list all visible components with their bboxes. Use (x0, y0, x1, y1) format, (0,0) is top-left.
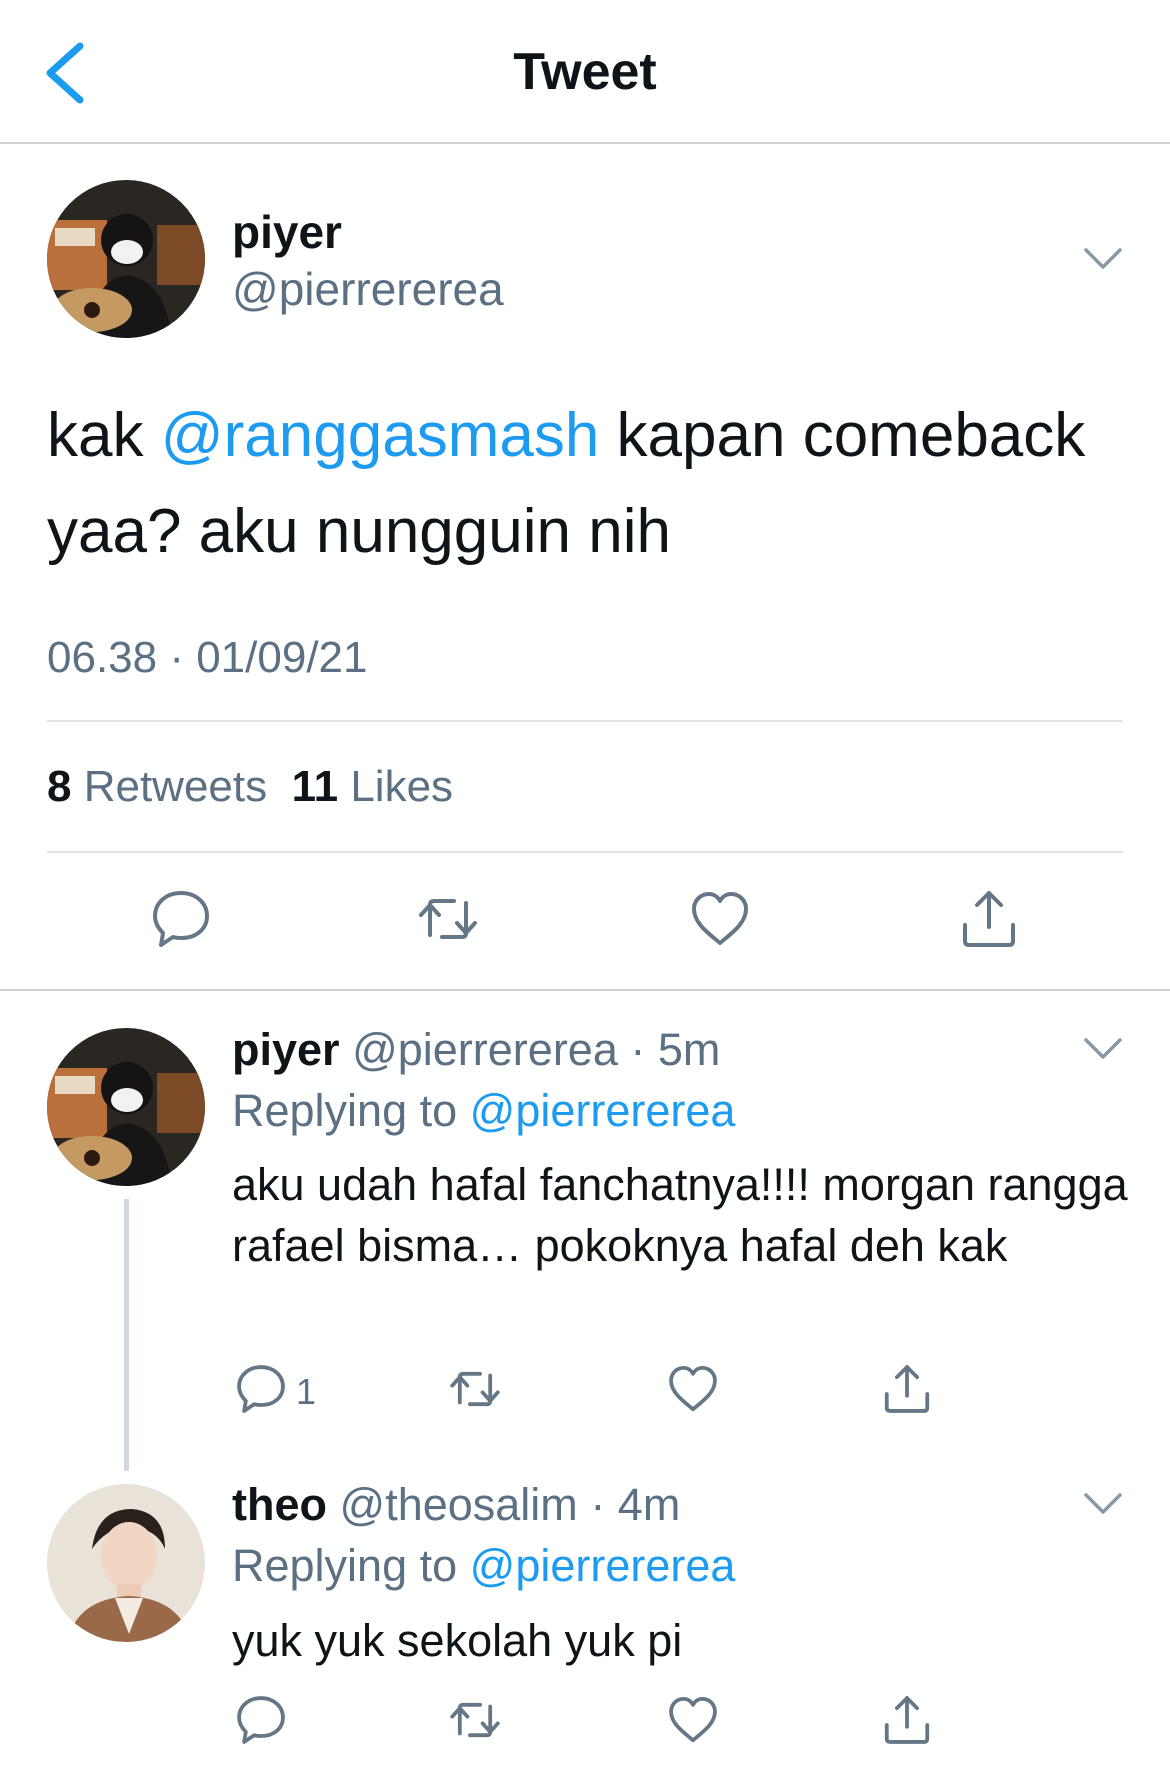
reply-text: aku udah hafal fanchatnya!!!! morgan ran… (232, 1159, 1128, 1271)
author-name[interactable]: piyer (232, 205, 342, 259)
chevron-down-icon[interactable] (1083, 1036, 1123, 1062)
reply-count: 1 (296, 1371, 317, 1412)
chevron-down-icon[interactable] (1083, 246, 1123, 272)
replying-to-link[interactable]: @pierrererea (470, 1540, 736, 1591)
retweets-count: 8 (47, 762, 72, 811)
like-icon[interactable] (688, 887, 752, 951)
tweet-stats: 8 Retweets 11 Likes (47, 762, 453, 812)
page-title: Tweet (513, 43, 657, 101)
replying-label: Replying to (232, 1085, 470, 1136)
reply-icon[interactable] (149, 887, 213, 951)
chevron-down-icon[interactable] (1083, 1491, 1123, 1517)
retweet-icon[interactable] (448, 1693, 502, 1747)
reply-author-name[interactable]: theo (232, 1479, 327, 1530)
reply-icon[interactable] (234, 1362, 288, 1416)
tweet-text-prefix: kak (47, 401, 161, 470)
retweets-label: Retweets (71, 762, 268, 811)
reply-header: piyer @pierrererea · 5m (232, 1024, 720, 1076)
reply-text: yuk yuk sekolah yuk pi (232, 1615, 683, 1666)
replying-to: Replying to @pierrererea (232, 1085, 735, 1137)
divider (47, 720, 1123, 722)
thread-line (124, 1199, 129, 1471)
avatar[interactable] (47, 180, 205, 338)
reply-author-handle[interactable]: @theosalim (340, 1479, 578, 1530)
tweet-text: kak @ranggasmash kapan comeback yaa? aku… (47, 388, 1137, 580)
share-icon[interactable] (957, 887, 1021, 951)
mention-link[interactable]: @ranggasmash (161, 401, 600, 470)
share-icon[interactable] (880, 1362, 934, 1416)
reply-author-name[interactable]: piyer (232, 1024, 340, 1075)
likes-count: 11 (291, 762, 339, 811)
like-icon[interactable] (666, 1362, 720, 1416)
avatar[interactable] (47, 1028, 205, 1186)
reply-author-handle[interactable]: @pierrererea (352, 1024, 618, 1075)
retweets-stat[interactable]: 8 Retweets (47, 762, 267, 811)
like-icon[interactable] (666, 1693, 720, 1747)
tweet-timestamp[interactable]: 06.38 · 01/09/21 (47, 633, 367, 683)
nav-bar: Tweet (0, 0, 1170, 144)
section-divider (0, 989, 1170, 991)
retweet-icon[interactable] (416, 887, 480, 951)
reply-icon[interactable] (234, 1693, 288, 1747)
author-handle[interactable]: @pierrererea (232, 262, 504, 316)
retweet-icon[interactable] (448, 1362, 502, 1416)
reply-header: theo @theosalim · 4m (232, 1479, 680, 1531)
share-icon[interactable] (880, 1693, 934, 1747)
replying-to-link[interactable]: @pierrererea (470, 1085, 736, 1136)
likes-label: Likes (338, 762, 454, 811)
reply-time[interactable]: · 5m (630, 1024, 720, 1075)
replying-to: Replying to @pierrererea (232, 1540, 735, 1592)
divider (47, 851, 1123, 853)
replying-label: Replying to (232, 1540, 470, 1591)
likes-stat[interactable]: 11 Likes (292, 762, 453, 811)
reply-time[interactable]: · 4m (590, 1479, 680, 1530)
avatar[interactable] (47, 1484, 205, 1642)
